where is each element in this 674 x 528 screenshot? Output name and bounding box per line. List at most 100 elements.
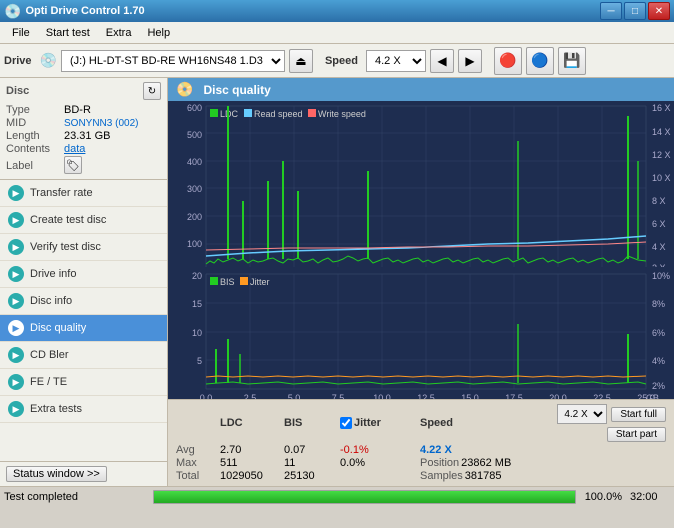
- sidebar: Disc ↻ Type BD-R MID SONYNN3 (002) Lengt…: [0, 78, 168, 486]
- svg-text:600: 600: [187, 103, 202, 113]
- disc-refresh-button[interactable]: ↻: [143, 82, 161, 100]
- speed-next-button[interactable]: ▶: [458, 49, 482, 73]
- drive-selector[interactable]: (J:) HL-DT-ST BD-RE WH16NS48 1.D3: [61, 50, 285, 72]
- disc-quality-icon: ▶: [8, 320, 24, 336]
- info-button[interactable]: 🔵: [526, 47, 554, 75]
- svg-text:8 X: 8 X: [652, 196, 666, 206]
- jitter-checkbox[interactable]: [340, 417, 352, 429]
- disc-panel: Disc ↻ Type BD-R MID SONYNN3 (002) Lengt…: [0, 78, 167, 180]
- svg-text:300: 300: [187, 184, 202, 194]
- sidebar-item-label: Disc info: [30, 295, 72, 307]
- disc-label-button[interactable]: 🏷: [64, 156, 82, 174]
- drive-icon: 💿: [40, 52, 57, 69]
- svg-text:12 X: 12 X: [652, 150, 671, 160]
- svg-text:20.0: 20.0: [549, 393, 567, 399]
- chart-icon: 📀: [176, 81, 193, 98]
- disc-type-val: BD-R: [64, 104, 91, 116]
- sidebar-item-create-test-disc[interactable]: ▶ Create test disc: [0, 207, 167, 234]
- disc-mid-key: MID: [6, 117, 64, 129]
- status-window-button[interactable]: Status window >>: [6, 466, 107, 482]
- sidebar-item-label: Verify test disc: [30, 241, 101, 253]
- main-layout: Disc ↻ Type BD-R MID SONYNN3 (002) Lengt…: [0, 78, 674, 486]
- speed-label: Speed: [325, 55, 358, 67]
- restore-button[interactable]: □: [624, 2, 646, 20]
- svg-text:2.5: 2.5: [244, 393, 257, 399]
- sidebar-item-fe-te[interactable]: ▶ FE / TE: [0, 369, 167, 396]
- sidebar-item-cd-bler[interactable]: ▶ CD Bler: [0, 342, 167, 369]
- svg-text:Jitter: Jitter: [250, 277, 270, 287]
- svg-text:0.0: 0.0: [200, 393, 213, 399]
- minimize-button[interactable]: ─: [600, 2, 622, 20]
- speed-prev-button[interactable]: ◀: [430, 49, 454, 73]
- titlebar-controls: ─ □ ✕: [600, 2, 670, 20]
- svg-text:10 X: 10 X: [652, 173, 671, 183]
- total-ldc-val: 1029050: [220, 470, 284, 482]
- menu-file[interactable]: File: [4, 25, 38, 41]
- avg-bis-val: 0.07: [284, 444, 332, 456]
- app-title: Opti Drive Control 1.70: [25, 5, 144, 17]
- svg-text:Read speed: Read speed: [254, 109, 303, 119]
- start-part-button[interactable]: Start part: [607, 427, 666, 442]
- svg-text:4%: 4%: [652, 356, 665, 366]
- bookmark-button[interactable]: 🔴: [494, 47, 522, 75]
- svg-text:BIS: BIS: [220, 277, 235, 287]
- close-button[interactable]: ✕: [648, 2, 670, 20]
- sidebar-item-verify-test-disc[interactable]: ▶ Verify test disc: [0, 234, 167, 261]
- total-label: Total: [176, 470, 220, 482]
- svg-text:5: 5: [197, 356, 202, 366]
- sidebar-item-drive-info[interactable]: ▶ Drive info: [0, 261, 167, 288]
- svg-text:12.5: 12.5: [417, 393, 435, 399]
- sidebar-item-label: Disc quality: [30, 322, 86, 334]
- svg-text:200: 200: [187, 212, 202, 222]
- progress-bar-container: [153, 490, 577, 504]
- stats-col-bis: BIS: [284, 417, 332, 429]
- progress-percentage: 100.0%: [584, 491, 622, 503]
- extra-tests-icon: ▶: [8, 401, 24, 417]
- speed-selector[interactable]: 4.2 X MAX 1 X 2 X 4 X 6 X 8 X: [366, 50, 426, 72]
- menubar: File Start test Extra Help: [0, 22, 674, 44]
- sidebar-item-extra-tests[interactable]: ▶ Extra tests: [0, 396, 167, 423]
- svg-text:100: 100: [187, 239, 202, 249]
- transfer-rate-icon: ▶: [8, 185, 24, 201]
- stats-col-speed: Speed: [420, 417, 480, 429]
- disc-contents-val[interactable]: data: [64, 143, 85, 155]
- disc-type-key: Type: [6, 104, 64, 116]
- sidebar-item-disc-quality[interactable]: ▶ Disc quality: [0, 315, 167, 342]
- avg-label: Avg: [176, 444, 220, 456]
- svg-text:15.0: 15.0: [461, 393, 479, 399]
- svg-text:400: 400: [187, 157, 202, 167]
- disc-length-val: 23.31 GB: [64, 130, 110, 142]
- menu-starttest[interactable]: Start test: [38, 25, 98, 41]
- position-val: 23862 MB: [461, 457, 511, 469]
- action-buttons: 4.2 X Start full Start part: [557, 404, 666, 442]
- svg-text:16 X: 16 X: [652, 103, 671, 113]
- sidebar-item-transfer-rate[interactable]: ▶ Transfer rate: [0, 180, 167, 207]
- svg-text:7.5: 7.5: [332, 393, 345, 399]
- lower-chart: 20 15 10 5 10% 8% 6% 4% 2% 0.0 2.5 5.0 7…: [168, 269, 674, 399]
- progress-time: 32:00: [630, 491, 670, 503]
- avg-jitter-val: -0.1%: [340, 444, 420, 456]
- speed-dropdown-stats[interactable]: 4.2 X: [557, 404, 607, 424]
- start-full-button[interactable]: Start full: [611, 407, 666, 422]
- sidebar-item-label: Extra tests: [30, 403, 82, 415]
- svg-text:17.5: 17.5: [505, 393, 523, 399]
- svg-text:2%: 2%: [652, 381, 665, 391]
- svg-text:14 X: 14 X: [652, 127, 671, 137]
- menu-extra[interactable]: Extra: [98, 25, 140, 41]
- avg-ldc-val: 2.70: [220, 444, 284, 456]
- sidebar-item-disc-info[interactable]: ▶ Disc info: [0, 288, 167, 315]
- progress-area: Test completed 100.0% 32:00: [0, 486, 674, 506]
- svg-text:22.5: 22.5: [593, 393, 611, 399]
- save-button[interactable]: 💾: [558, 47, 586, 75]
- sidebar-item-label: Create test disc: [30, 214, 106, 226]
- charts-container: 600 500 400 300 200 100 16 X 14 X 12 X 1…: [168, 101, 674, 399]
- progress-bar: [154, 491, 576, 503]
- disc-label-key: Label: [6, 160, 64, 172]
- max-ldc-val: 511: [220, 457, 284, 469]
- nav-menu: ▶ Transfer rate ▶ Create test disc ▶ Ver…: [0, 180, 167, 423]
- sidebar-item-label: CD Bler: [30, 349, 69, 361]
- status-window-label: Status window >>: [13, 468, 100, 480]
- eject-button[interactable]: ⏏: [289, 49, 313, 73]
- menu-help[interactable]: Help: [139, 25, 178, 41]
- svg-text:6 X: 6 X: [652, 219, 666, 229]
